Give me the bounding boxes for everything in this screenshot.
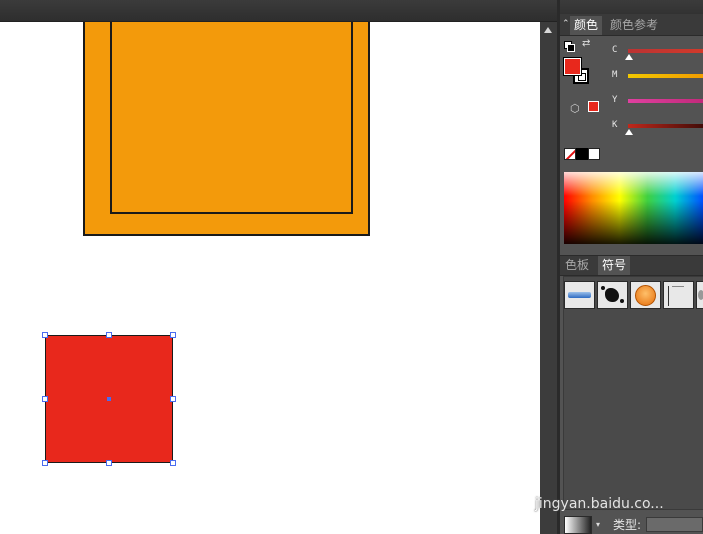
handle-bottom-left[interactable] xyxy=(42,460,48,466)
tab-symbols-label: 符号 xyxy=(602,258,627,272)
slider-k-label: K xyxy=(612,120,618,130)
symbols-panel-tabbar: 色板 符号 xyxy=(560,255,703,276)
slider-y-track[interactable] xyxy=(628,99,703,103)
gradient-preview[interactable] xyxy=(564,516,592,534)
slider-y-label: Y xyxy=(612,95,618,105)
color-panel-tabbar: ⌃ 颜色 颜色参考 xyxy=(560,14,703,36)
panel-collapse-icon[interactable]: ⌃ xyxy=(562,19,570,29)
handle-bottom-right[interactable] xyxy=(170,460,176,466)
orange-rectangle-outer[interactable] xyxy=(83,22,370,236)
type-label: 类型: xyxy=(613,518,642,532)
handle-middle-left[interactable] xyxy=(42,396,48,402)
handle-middle-right[interactable] xyxy=(170,396,176,402)
selection-center-point xyxy=(107,397,111,401)
artboard-canvas[interactable] xyxy=(0,22,540,534)
tab-color-guide[interactable]: 颜色参考 xyxy=(606,16,662,35)
handle-top-middle[interactable] xyxy=(106,332,112,338)
fill-swatch[interactable] xyxy=(563,57,582,76)
slider-c-thumb[interactable] xyxy=(625,54,633,60)
handle-top-right[interactable] xyxy=(170,332,176,338)
symbol-blue-bar-icon[interactable] xyxy=(564,281,595,309)
swap-fill-stroke-icon[interactable]: ⇄ xyxy=(582,38,590,49)
slider-m-track[interactable] xyxy=(628,74,703,78)
handle-top-left[interactable] xyxy=(42,332,48,338)
tab-swatches-label: 色板 xyxy=(565,258,590,272)
slider-c-label: C xyxy=(612,45,618,55)
type-select[interactable] xyxy=(646,517,703,532)
tab-color-label: 颜色 xyxy=(574,18,599,32)
handle-bottom-middle[interactable] xyxy=(106,460,112,466)
slider-k-thumb[interactable] xyxy=(625,129,633,135)
orange-rectangle-inner-frame[interactable] xyxy=(110,22,353,214)
symbols-list xyxy=(563,276,703,510)
black-swatch[interactable] xyxy=(576,148,588,160)
color-spectrum-highlight xyxy=(564,172,703,196)
scroll-up-arrow-icon[interactable] xyxy=(544,27,552,33)
dropdown-arrow-icon[interactable]: ▾ xyxy=(596,520,600,529)
symbol-options-row: ▾ 类型: xyxy=(560,514,703,534)
tab-color[interactable]: 颜色 xyxy=(570,16,603,35)
slider-m-label: M xyxy=(612,70,618,80)
symbol-ink-splat-icon[interactable] xyxy=(597,281,628,309)
slider-k-track[interactable] xyxy=(628,124,703,128)
symbol-vertical-line-icon[interactable] xyxy=(663,281,694,309)
vertical-scrollbar[interactable] xyxy=(540,22,557,534)
color-panel: ⌃ 颜色 颜色参考 ⇄ ⬡ C M Y K 色板 符号 ▾ 类型: xyxy=(560,14,703,534)
web-safe-color-chip[interactable] xyxy=(588,101,599,112)
symbol-orange-circle-icon[interactable] xyxy=(630,281,661,309)
symbol-gray-blob-icon[interactable] xyxy=(696,281,703,309)
white-swatch[interactable] xyxy=(588,148,600,160)
default-fill-stroke-icon[interactable] xyxy=(564,41,575,52)
none-swatch[interactable] xyxy=(564,148,576,160)
gamut-cube-icon[interactable]: ⬡ xyxy=(570,102,580,115)
tab-swatches[interactable]: 色板 xyxy=(561,256,593,275)
slider-c-track[interactable] xyxy=(628,49,703,53)
tab-symbols[interactable]: 符号 xyxy=(598,256,631,275)
tab-color-guide-label: 颜色参考 xyxy=(610,18,659,32)
watermark-text: jingyan.baidu.co... xyxy=(535,496,664,512)
